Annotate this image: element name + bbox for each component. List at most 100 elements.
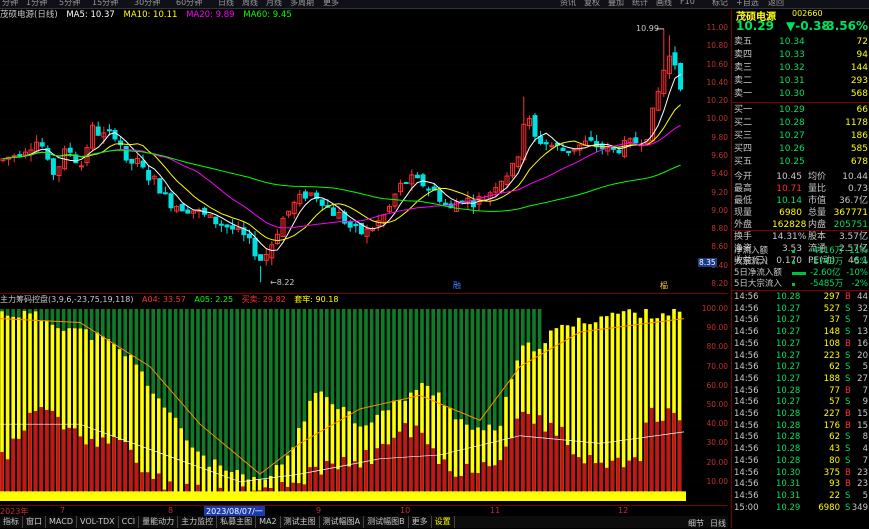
- ask-volume: 144: [850, 63, 868, 73]
- indicator-green-bar: [409, 309, 413, 393]
- period-tab[interactable]: 日线: [218, 0, 234, 8]
- indicator-tab[interactable]: 测试幅图A: [320, 516, 365, 528]
- indicator-tab[interactable]: 更多: [409, 516, 432, 528]
- toolbar-item[interactable]: +自选: [736, 0, 759, 8]
- tick-count: 5: [862, 490, 868, 501]
- tick-price: 10.27: [776, 362, 801, 373]
- candlestick-chart[interactable]: 10.99 ←8.22 融 榀: [0, 20, 706, 292]
- toolbar-item[interactable]: 复权: [584, 0, 600, 8]
- indicator-green-bar: [179, 309, 183, 429]
- indicator-title: 主力筹码控盘(3,9,6,-23,75,19,118): [0, 295, 134, 304]
- toolbar-item[interactable]: F10: [680, 0, 695, 6]
- tick-volume: 227: [823, 409, 840, 419]
- stock-header: 茂硕电源 002660: [732, 8, 869, 23]
- tick-volume: 43: [829, 444, 840, 455]
- toolbar-item[interactable]: 画线: [656, 0, 672, 8]
- tick-row: 14:56 10.27 57 S 9: [732, 397, 869, 408]
- indicator-green-bar: [196, 309, 200, 452]
- period-tab[interactable]: 周线: [242, 0, 258, 8]
- bid-row[interactable]: 买四 10.26 585: [732, 143, 869, 156]
- bid-row[interactable]: 买一 10.29 66: [732, 104, 869, 117]
- indicator-tab[interactable]: MACD: [46, 516, 77, 528]
- indicator-red-bar: [241, 486, 245, 492]
- indicator-tab[interactable]: 设置: [432, 516, 455, 528]
- date-axis-label: 10: [400, 506, 411, 515]
- indicator-red-bar: [263, 487, 267, 492]
- indicator-red-bar: [369, 464, 374, 492]
- tick-count: 7: [862, 315, 868, 326]
- tick-row: 14:56 10.28 43 S 4: [732, 444, 869, 455]
- indicator-green-bar: [145, 309, 150, 386]
- period-tab[interactable]: 1分钟: [26, 0, 47, 8]
- indicator-green-bar: [397, 309, 402, 400]
- toolbar-item[interactable]: 统计: [632, 0, 648, 8]
- indicator-green-bar: [526, 309, 531, 343]
- indicator-red-bar: [493, 465, 497, 492]
- period-tab[interactable]: 多周期: [290, 0, 314, 8]
- bid-row[interactable]: 买五 10.25 678: [732, 156, 869, 169]
- indicator-green-bar: [129, 309, 133, 356]
- ask-row[interactable]: 卖一 10.30 568: [732, 88, 869, 101]
- tab-detail[interactable]: 细节: [688, 518, 704, 529]
- period-tab[interactable]: 月线: [266, 0, 282, 8]
- toolbar-item[interactable]: 标记: [712, 0, 728, 8]
- indicator-red-bar: [56, 416, 60, 492]
- indicator-red-bar: [465, 463, 469, 492]
- period-tab[interactable]: 分钟: [2, 0, 18, 8]
- tick-row: 14:56 10.28 77 B 7: [732, 386, 869, 397]
- toolbar-item[interactable]: 资讯: [560, 0, 576, 8]
- period-tab[interactable]: 30分钟: [134, 0, 160, 8]
- indicator-tab[interactable]: 窗口: [23, 516, 46, 528]
- indicator-tab[interactable]: 主力监控: [178, 516, 218, 528]
- indicator-tab[interactable]: VOL-TDX: [77, 516, 119, 528]
- tick-direction: S: [845, 490, 851, 501]
- price-axis-label: 10.60: [706, 59, 728, 69]
- indicator-tab[interactable]: 私募主图: [217, 516, 257, 528]
- indicator-red-bar: [420, 432, 424, 492]
- indicator-zsc: 套牢: 90.18: [294, 295, 339, 304]
- tick-direction: B: [845, 338, 851, 349]
- indicator-tab[interactable]: MA2: [256, 516, 281, 528]
- stat-value: 6980: [779, 208, 802, 218]
- period-tab[interactable]: 15分钟: [92, 0, 118, 8]
- bid-label: 买四: [734, 144, 753, 154]
- tick-price: 10.28: [776, 444, 801, 455]
- bid-row[interactable]: 买二 10.28 1178: [732, 117, 869, 130]
- indicator-green-bar: [285, 309, 290, 456]
- indicator-red-bar: [425, 444, 430, 492]
- indicator-green-bar: [263, 309, 267, 480]
- ask-row[interactable]: 卖五 10.34 72: [732, 36, 869, 49]
- ask-row[interactable]: 卖三 10.32 144: [732, 62, 869, 75]
- period-tab[interactable]: 60分钟: [176, 0, 202, 8]
- indicator-tab[interactable]: 测试主图: [281, 516, 320, 528]
- candle-body: [319, 199, 325, 206]
- tick-price: 10.27: [776, 350, 801, 361]
- indicator-green-bar: [22, 309, 27, 311]
- indicator-tab[interactable]: 指标: [0, 516, 23, 528]
- ask-row[interactable]: 卖四 10.33 94: [732, 49, 869, 62]
- ask-row[interactable]: 卖二 10.31 293: [732, 75, 869, 88]
- tick-row: 14:56 10.28 297 B 44: [732, 292, 869, 303]
- orderbook-divider: [732, 102, 869, 103]
- tick-count: 23: [857, 467, 868, 478]
- tick-price: 10.28: [776, 409, 801, 419]
- stat-key: 量比: [808, 184, 827, 194]
- chip-control-indicator[interactable]: [0, 305, 706, 505]
- tick-time: 14:56: [734, 397, 759, 408]
- bid-row[interactable]: 买三 10.27 186: [732, 130, 869, 143]
- candle-body: [302, 191, 308, 199]
- tab-daily[interactable]: 日线: [710, 518, 726, 529]
- indicator-tab[interactable]: CCI: [119, 516, 140, 528]
- toolbar-item[interactable]: 叠加: [608, 0, 624, 8]
- tick-volume: 62: [829, 362, 840, 373]
- tick-list[interactable]: 14:56 10.28 297 B 44 14:56 10.27 527 S 32 14:56 10.…: [732, 290, 869, 516]
- indicator-green-bar: [235, 309, 239, 470]
- tick-price: 10.27: [776, 315, 801, 326]
- indicator-tab[interactable]: 量能动力: [139, 516, 179, 528]
- tick-row: 14:56 10.27 148 S 13: [732, 327, 869, 338]
- toolbar-item[interactable]: 返回: [768, 0, 784, 8]
- period-tab[interactable]: 5分钟: [59, 0, 80, 8]
- tick-row: 14:56 10.27 223 S 20: [732, 351, 869, 362]
- period-tab[interactable]: 更多: [323, 0, 339, 8]
- indicator-tab[interactable]: 测试幅图B: [364, 516, 409, 528]
